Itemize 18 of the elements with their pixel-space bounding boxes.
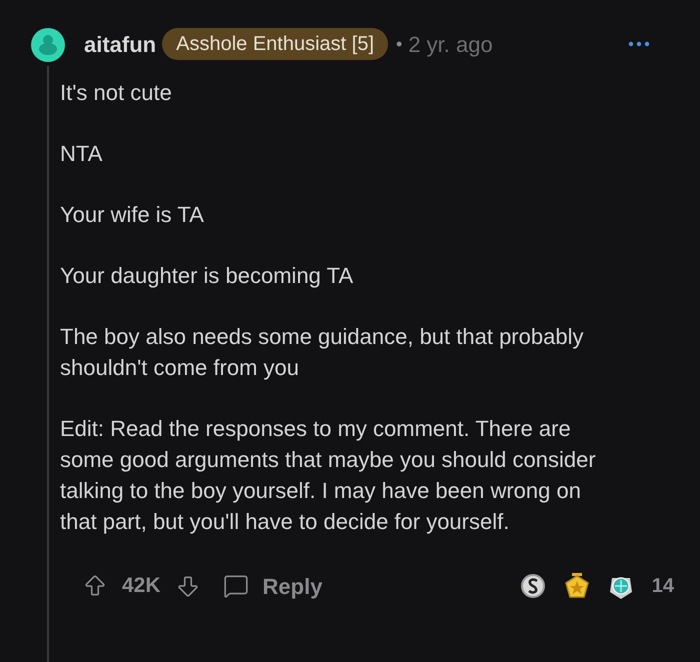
comment-paragraph: Edit: Read the responses to my comment. There are some good arguments that maybe you should consider talking to the boy yourself. I may have been wrong on that part, but you'll have to decide for yourself. [60, 415, 597, 536]
avatar-icon[interactable] [31, 28, 65, 62]
separator-dot: • [396, 32, 402, 56]
vote-score: 42K [122, 573, 161, 600]
timestamp: 2 yr. ago [408, 30, 493, 59]
comment-paragraph: Your wife is TA [60, 201, 205, 229]
username[interactable]: aitafun [84, 28, 156, 60]
comment-paragraph: Your daughter is becoming TA [60, 262, 354, 290]
user-flair: Asshole Enthusiast [5] [162, 28, 388, 60]
award-count: 14 [652, 574, 674, 599]
reply-button[interactable]: Reply [222, 570, 322, 602]
more-options-icon[interactable] [628, 41, 650, 47]
comment-icon [222, 573, 249, 599]
star-award-icon [564, 572, 590, 600]
comment-paragraph: NTA [60, 140, 104, 168]
s-medal-award-icon [520, 573, 546, 599]
comment-paragraph: It's not cute [60, 79, 173, 107]
comment-paragraph: The boy also needs some guidance, but that probably shouldn't come from you [60, 323, 584, 382]
